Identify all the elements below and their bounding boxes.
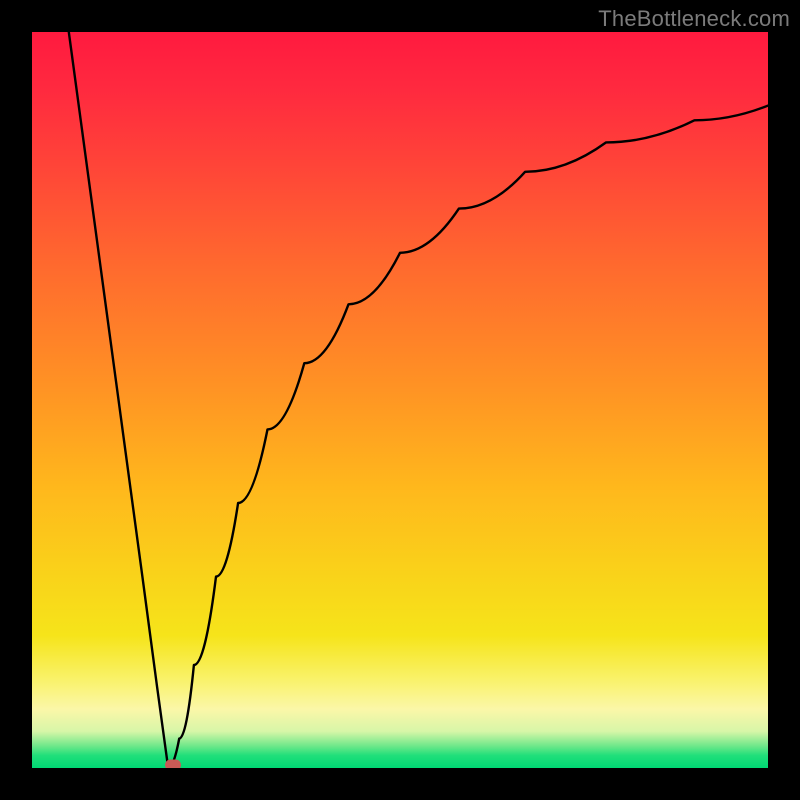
watermark-text: TheBottleneck.com bbox=[598, 6, 790, 32]
bottleneck-curve bbox=[32, 32, 768, 768]
plot-area bbox=[32, 32, 768, 768]
chart-frame: TheBottleneck.com bbox=[0, 0, 800, 800]
optimal-point-marker bbox=[165, 760, 181, 769]
